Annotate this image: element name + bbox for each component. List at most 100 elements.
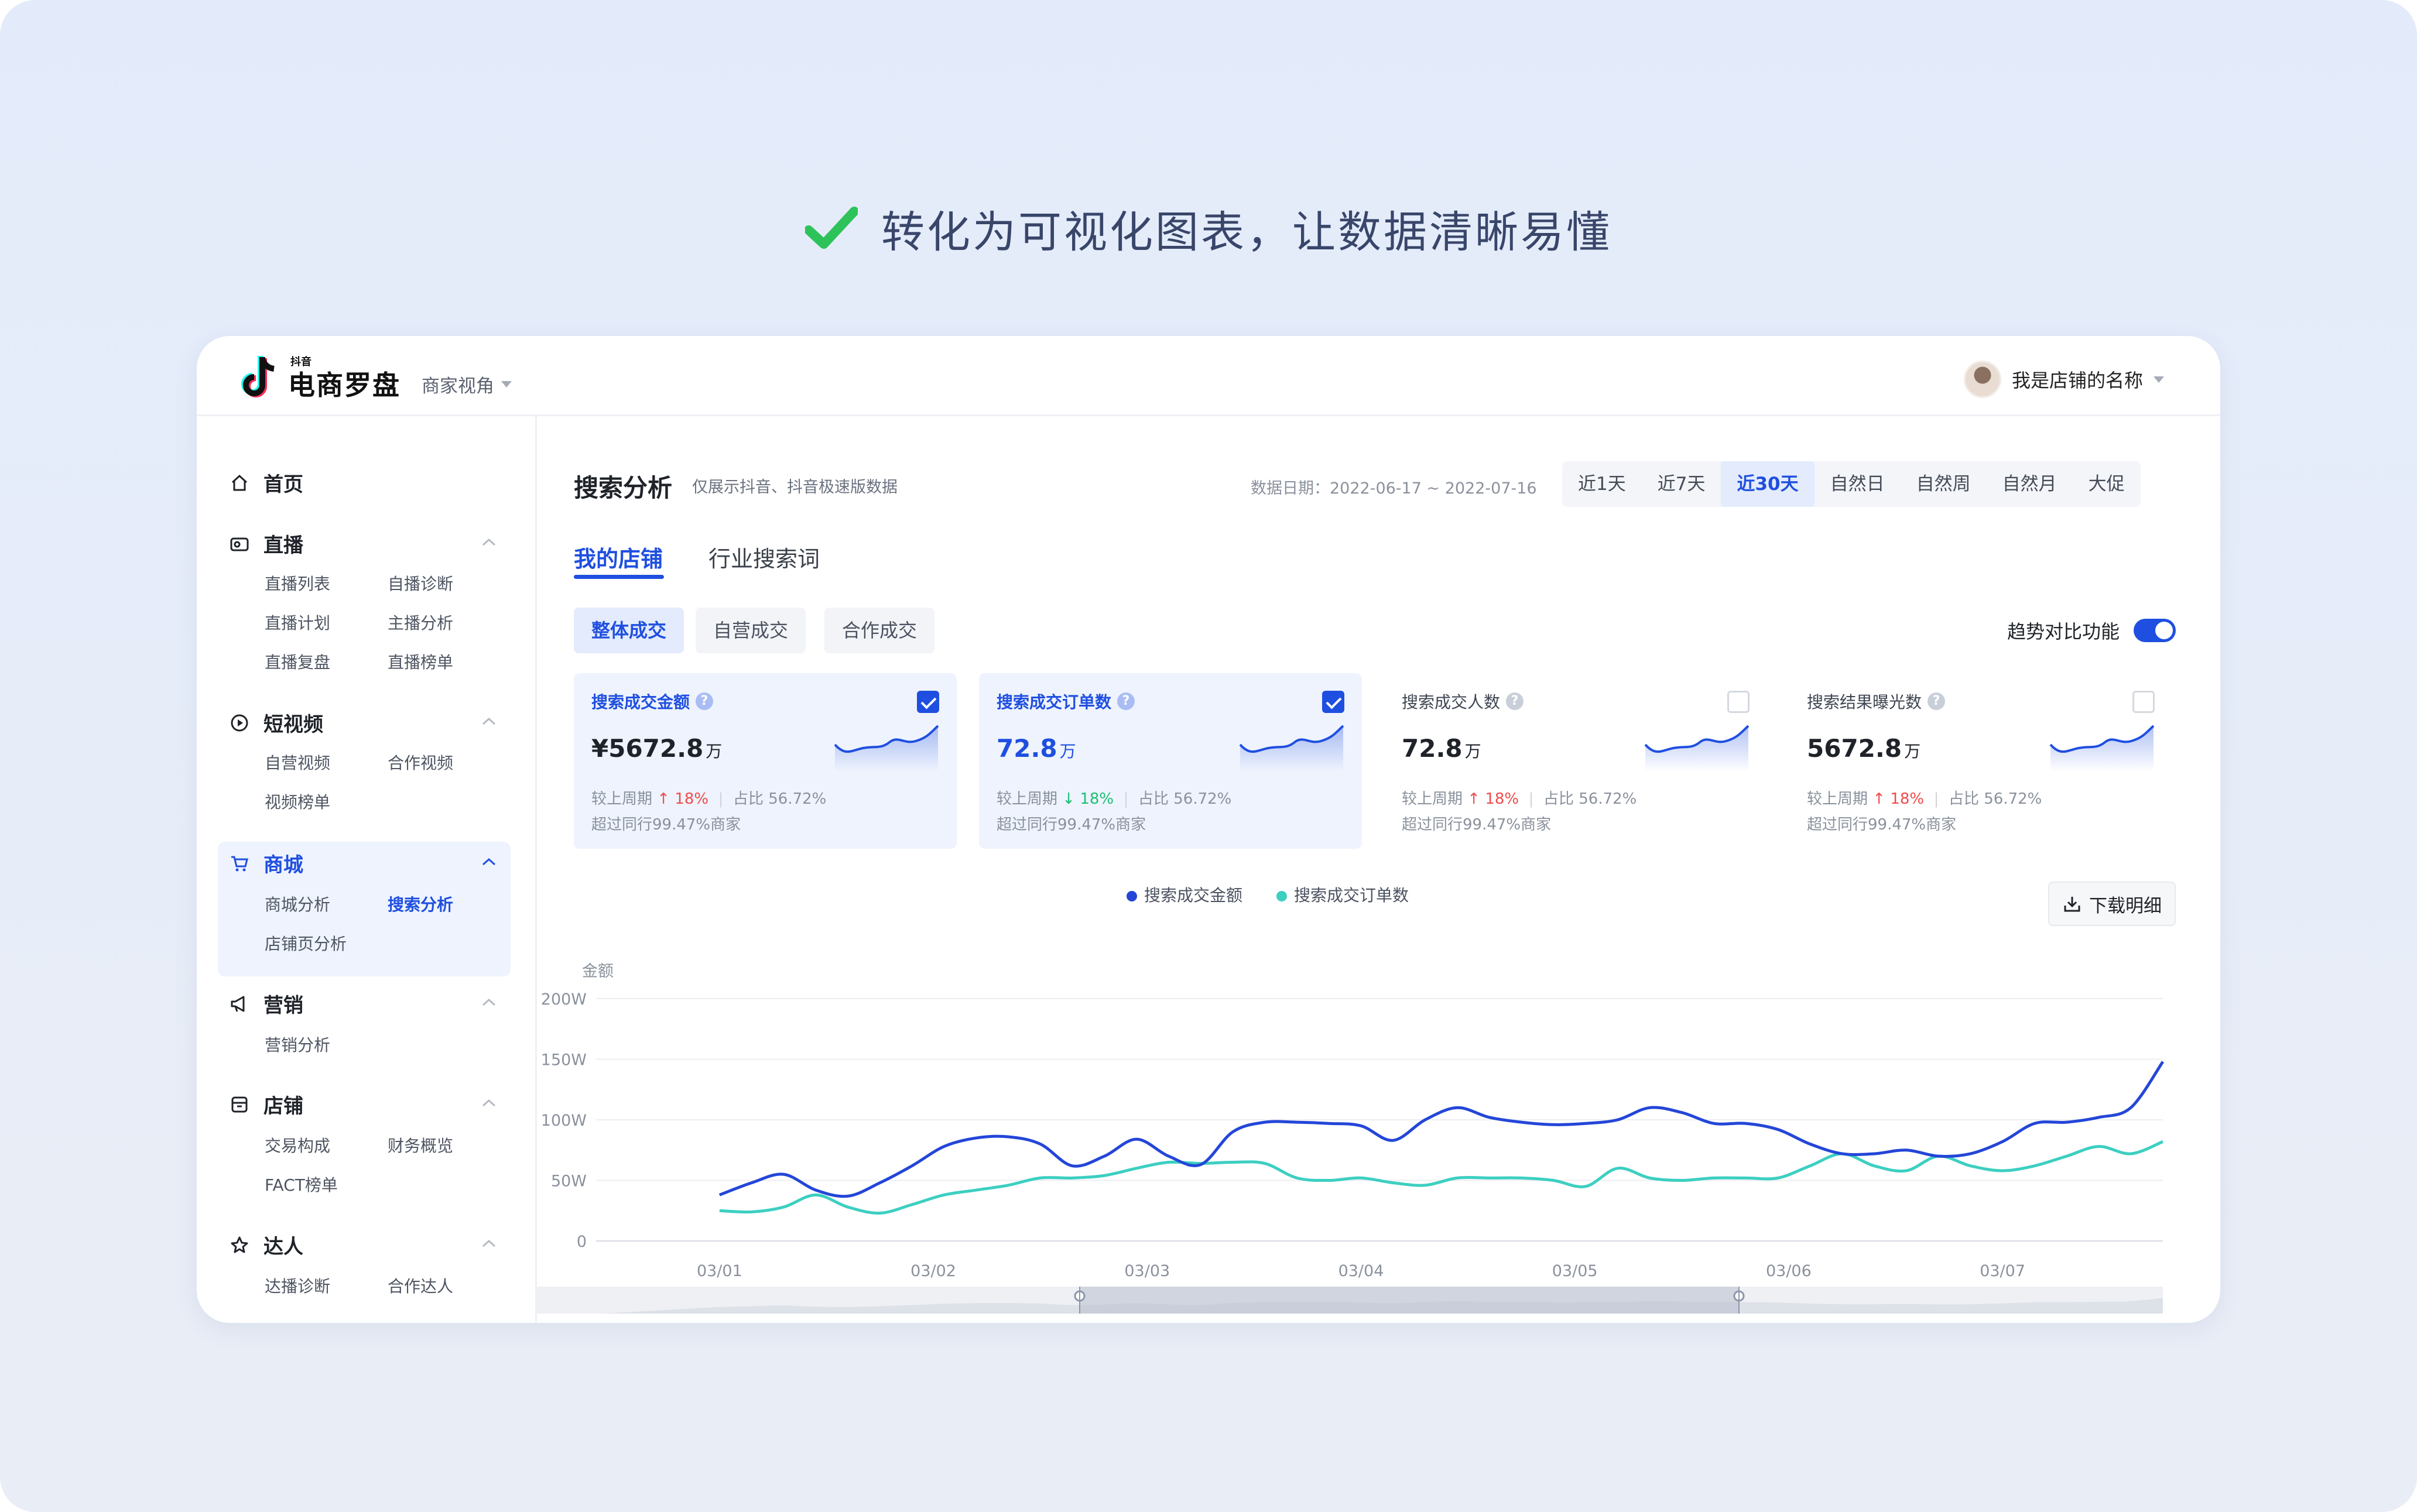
sidebar-item-live-review[interactable]: 直播复盘 bbox=[265, 650, 330, 673]
metric-card-orders[interactable]: 搜索成交订单数? 72.8 万 较上周期 ↓ 18% | 占比 56.72% 超过… bbox=[979, 673, 1362, 849]
metric-rank: 超过同行99.47%商家 bbox=[1402, 816, 1552, 834]
view-selector-label: 商家视角 bbox=[422, 376, 494, 397]
chevron-up-icon[interactable] bbox=[481, 716, 497, 726]
sidebar-group-video[interactable]: 短视频 bbox=[230, 708, 323, 737]
live-icon bbox=[230, 537, 249, 551]
sidebar-item-coop-video[interactable]: 合作视频 bbox=[388, 750, 453, 774]
metric-value-wrap: 72.8 万 bbox=[1402, 734, 1481, 763]
metric-unit: 万 bbox=[1059, 742, 1076, 761]
chip-overall[interactable]: 整体成交 bbox=[574, 608, 684, 653]
metric-card-impressions[interactable]: 搜索结果曝光数? 5672.8 万 较上周期 ↑ 18% | 占比 56.72% … bbox=[1789, 673, 2172, 849]
metric-value: 72.8 bbox=[1402, 734, 1463, 763]
chevron-up-icon[interactable] bbox=[481, 997, 497, 1007]
metric-card-buyers[interactable]: 搜索成交人数? 72.8 万 较上周期 ↑ 18% | 占比 56.72% 超过同… bbox=[1384, 673, 1767, 849]
sidebar-item-label: 短视频 bbox=[263, 713, 323, 736]
range-natural-month[interactable]: 自然月 bbox=[1987, 461, 2073, 507]
sidebar-item-live-ranking[interactable]: 直播榜单 bbox=[388, 650, 453, 673]
sidebar-item-creator-diagnosis[interactable]: 达播诊断 bbox=[265, 1274, 330, 1297]
x-tick-label: 03/05 bbox=[1552, 1262, 1598, 1280]
metric-compare: 较上周期 ↑ 18% | 占比 56.72% bbox=[1807, 790, 2042, 808]
sidebar-item-marketing-analysis[interactable]: 营销分析 bbox=[265, 1033, 330, 1056]
chip-own[interactable]: 自营成交 bbox=[696, 608, 806, 653]
legend-item-orders[interactable]: 搜索成交订单数 bbox=[1276, 883, 1409, 906]
range-natural-week[interactable]: 自然周 bbox=[1901, 461, 1987, 507]
metric-label: 搜索成交订单数 bbox=[997, 692, 1112, 712]
store-selector[interactable]: 我是店铺的名称 bbox=[1963, 361, 2164, 398]
sidebar-item-video-ranking[interactable]: 视频榜单 bbox=[265, 790, 330, 813]
metric-checkbox[interactable] bbox=[1727, 691, 1750, 713]
metric-rank: 超过同行99.47%商家 bbox=[591, 816, 741, 834]
view-selector[interactable]: 商家视角 bbox=[422, 371, 512, 397]
x-tick-label: 03/02 bbox=[910, 1262, 956, 1280]
legend-dot bbox=[1276, 891, 1288, 901]
metric-checkbox[interactable] bbox=[917, 691, 939, 713]
sidebar-item-live-list[interactable]: 直播列表 bbox=[265, 571, 330, 595]
range-7d[interactable]: 近7天 bbox=[1642, 461, 1721, 507]
sidebar-item-live-plan[interactable]: 直播计划 bbox=[265, 611, 330, 634]
compare-arrow-icon: ↑ bbox=[1872, 790, 1886, 808]
page-subtitle: 仅展示抖音、抖音极速版数据 bbox=[692, 478, 898, 496]
legend-item-gmv[interactable]: 搜索成交金额 bbox=[1127, 883, 1242, 906]
zoom-window[interactable] bbox=[1080, 1287, 1739, 1314]
legend-label: 搜索成交金额 bbox=[1144, 886, 1243, 905]
chevron-up-icon[interactable] bbox=[481, 1239, 497, 1248]
metric-card-gmv[interactable]: 搜索成交金额? ¥5672.8 万 较上周期 ↑ 18% | 占比 56.72% … bbox=[574, 673, 957, 849]
range-selector: 近1天 近7天 近30天 自然日 自然周 自然月 大促 bbox=[1562, 461, 2141, 507]
check-icon bbox=[805, 207, 858, 249]
compare-label: 较上周期 bbox=[591, 790, 653, 808]
metric-label-wrap: 搜索成交人数? bbox=[1402, 690, 1524, 713]
help-icon[interactable]: ? bbox=[1928, 692, 1946, 710]
sidebar-item-fact-ranking[interactable]: FACT榜单 bbox=[265, 1172, 338, 1196]
sidebar-item-own-video[interactable]: 自营视频 bbox=[265, 750, 330, 774]
sidebar-item-mall-analysis[interactable]: 商城分析 bbox=[265, 892, 330, 916]
chevron-up-icon[interactable] bbox=[481, 537, 497, 547]
metric-label-wrap: 搜索结果曝光数? bbox=[1807, 690, 1946, 713]
sidebar-item-coop-creators[interactable]: 合作达人 bbox=[388, 1274, 453, 1297]
metric-share: 占比 56.72% bbox=[732, 790, 827, 808]
trend-toggle[interactable] bbox=[2134, 619, 2176, 642]
tab-my-store[interactable]: 我的店铺 bbox=[574, 541, 663, 573]
sidebar-item-self-live-diagnosis[interactable]: 自播诊断 bbox=[388, 571, 453, 595]
sidebar-group-creators[interactable]: 达人 bbox=[230, 1230, 303, 1259]
cart-icon bbox=[231, 856, 248, 871]
y-tick-label: 100W bbox=[541, 1112, 587, 1130]
range-1d[interactable]: 近1天 bbox=[1562, 461, 1642, 507]
store-name: 我是店铺的名称 bbox=[2011, 369, 2143, 392]
y-tick-label: 50W bbox=[551, 1172, 587, 1191]
sidebar-group-store[interactable]: 店铺 bbox=[230, 1090, 303, 1119]
help-icon[interactable]: ? bbox=[1117, 692, 1135, 710]
metric-checkbox[interactable] bbox=[1322, 691, 1344, 713]
metric-rank: 超过同行99.47%商家 bbox=[997, 816, 1146, 834]
headline: 转化为可视化图表，让数据清晰易懂 bbox=[0, 193, 2417, 263]
x-tick-label: 03/06 bbox=[1766, 1262, 1812, 1280]
trend-chart: 金额 200W 150W 100W 50W 0 03/01 03/02 03/03 03/04 03… bbox=[535, 962, 2165, 1314]
range-promotion[interactable]: 大促 bbox=[2073, 461, 2141, 507]
metric-checkbox[interactable] bbox=[2132, 691, 2155, 713]
sidebar-group-mall[interactable]: 商城 bbox=[230, 849, 303, 877]
chevron-up-icon[interactable] bbox=[481, 1098, 497, 1108]
help-icon[interactable]: ? bbox=[696, 692, 714, 710]
sidebar-item-label: 直播 bbox=[263, 534, 303, 557]
sidebar-item-trade-composition[interactable]: 交易构成 bbox=[265, 1133, 330, 1157]
sidebar-item-home[interactable]: 首页 bbox=[230, 468, 303, 497]
metric-share: 占比 56.72% bbox=[1543, 790, 1637, 808]
compare-value: 18% bbox=[1890, 790, 1925, 808]
compare-label: 较上周期 bbox=[1402, 790, 1463, 808]
sidebar-item-store-page-analysis[interactable]: 店铺页分析 bbox=[265, 931, 347, 955]
sidebar-group-marketing[interactable]: 营销 bbox=[230, 989, 303, 1018]
sidebar-group-live[interactable]: 直播 bbox=[230, 529, 303, 558]
sidebar-item-search-analysis[interactable]: 搜索分析 bbox=[388, 892, 453, 916]
chip-coop[interactable]: 合作成交 bbox=[824, 608, 935, 653]
metric-unit: 万 bbox=[706, 742, 723, 761]
compare-arrow-icon: ↓ bbox=[1062, 790, 1076, 808]
douyin-logo-icon[interactable] bbox=[240, 355, 281, 402]
range-30d[interactable]: 近30天 bbox=[1721, 461, 1815, 507]
range-natural-day[interactable]: 自然日 bbox=[1815, 461, 1901, 507]
tab-industry-keywords[interactable]: 行业搜索词 bbox=[708, 541, 820, 573]
chevron-up-icon[interactable] bbox=[481, 857, 497, 866]
y-axis-label: 金额 bbox=[582, 962, 614, 980]
sidebar-item-finance-overview[interactable]: 财务概览 bbox=[388, 1133, 453, 1157]
help-icon[interactable]: ? bbox=[1506, 692, 1524, 710]
main-content: 搜索分析 仅展示抖音、抖音极速版数据 数据日期：2022-06-17 ~ 202… bbox=[535, 414, 2220, 1323]
sidebar-item-anchor-analysis[interactable]: 主播分析 bbox=[388, 611, 453, 634]
